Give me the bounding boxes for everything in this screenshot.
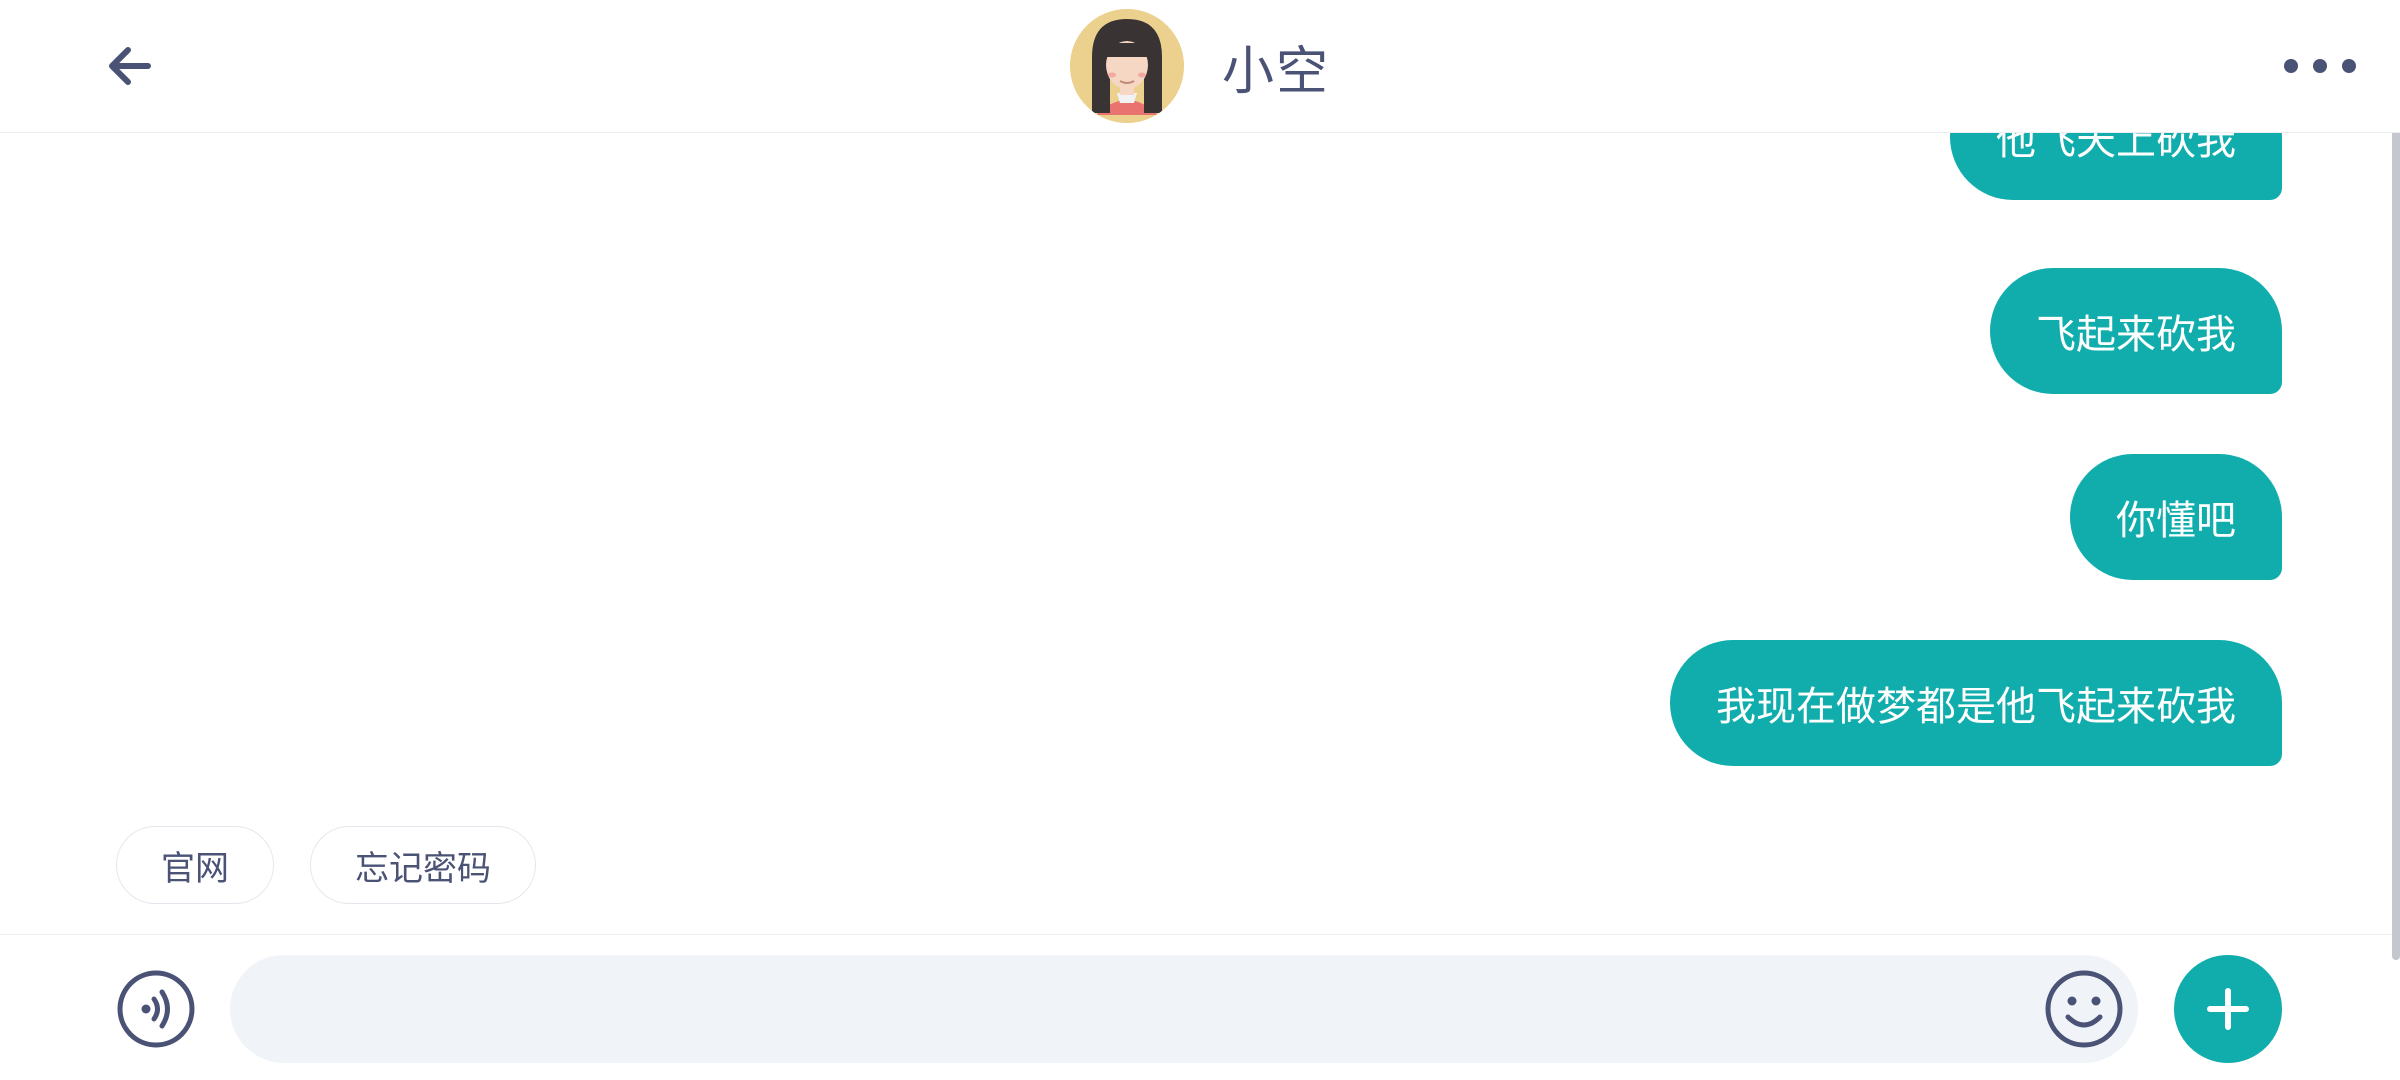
chat-header: 小空 <box>0 0 2400 133</box>
chat-title: 小空 <box>1070 8 1330 124</box>
more-dot <box>2313 59 2327 73</box>
arrow-left-icon <box>109 47 151 85</box>
outgoing-message-bubble[interactable]: 飞起来砍我 <box>1990 268 2282 394</box>
outgoing-message-bubble[interactable]: 你懂吧 <box>2070 454 2282 580</box>
voice-icon <box>117 970 195 1048</box>
chat-screen: 小空 他飞天上砍我 飞起来砍我 你懂吧 我现在做梦都是他飞起来砍我 官网 忘记密… <box>0 0 2400 1080</box>
contact-name: 小空 <box>1222 41 1331 102</box>
scrollbar-thumb[interactable] <box>2392 120 2400 960</box>
outgoing-message-bubble[interactable]: 他飞天上砍我 <box>1950 132 2282 200</box>
emoji-button[interactable] <box>2044 969 2124 1049</box>
more-options-button[interactable] <box>2284 44 2356 88</box>
avatar[interactable] <box>1070 9 1184 123</box>
girl-avatar-icon <box>1070 9 1184 123</box>
plus-icon <box>2207 988 2249 1030</box>
outgoing-message-bubble[interactable]: 我现在做梦都是他飞起来砍我 <box>1670 640 2282 766</box>
scrollbar[interactable] <box>2392 120 2400 960</box>
back-button[interactable] <box>96 32 164 100</box>
more-horizontal-icon <box>2284 59 2298 73</box>
message-input[interactable] <box>230 955 2138 1063</box>
more-actions-button[interactable] <box>2174 955 2282 1063</box>
voice-button[interactable] <box>116 969 196 1049</box>
emoji-icon <box>2045 970 2123 1048</box>
input-bar <box>0 934 2400 1080</box>
quick-replies: 官网 忘记密码 <box>116 826 536 904</box>
message-list[interactable]: 他飞天上砍我 飞起来砍我 你懂吧 我现在做梦都是他飞起来砍我 官网 忘记密码 <box>0 132 2400 932</box>
more-dot <box>2342 59 2356 73</box>
quick-reply-official-site[interactable]: 官网 <box>116 826 274 904</box>
quick-reply-forgot-password[interactable]: 忘记密码 <box>310 826 536 904</box>
